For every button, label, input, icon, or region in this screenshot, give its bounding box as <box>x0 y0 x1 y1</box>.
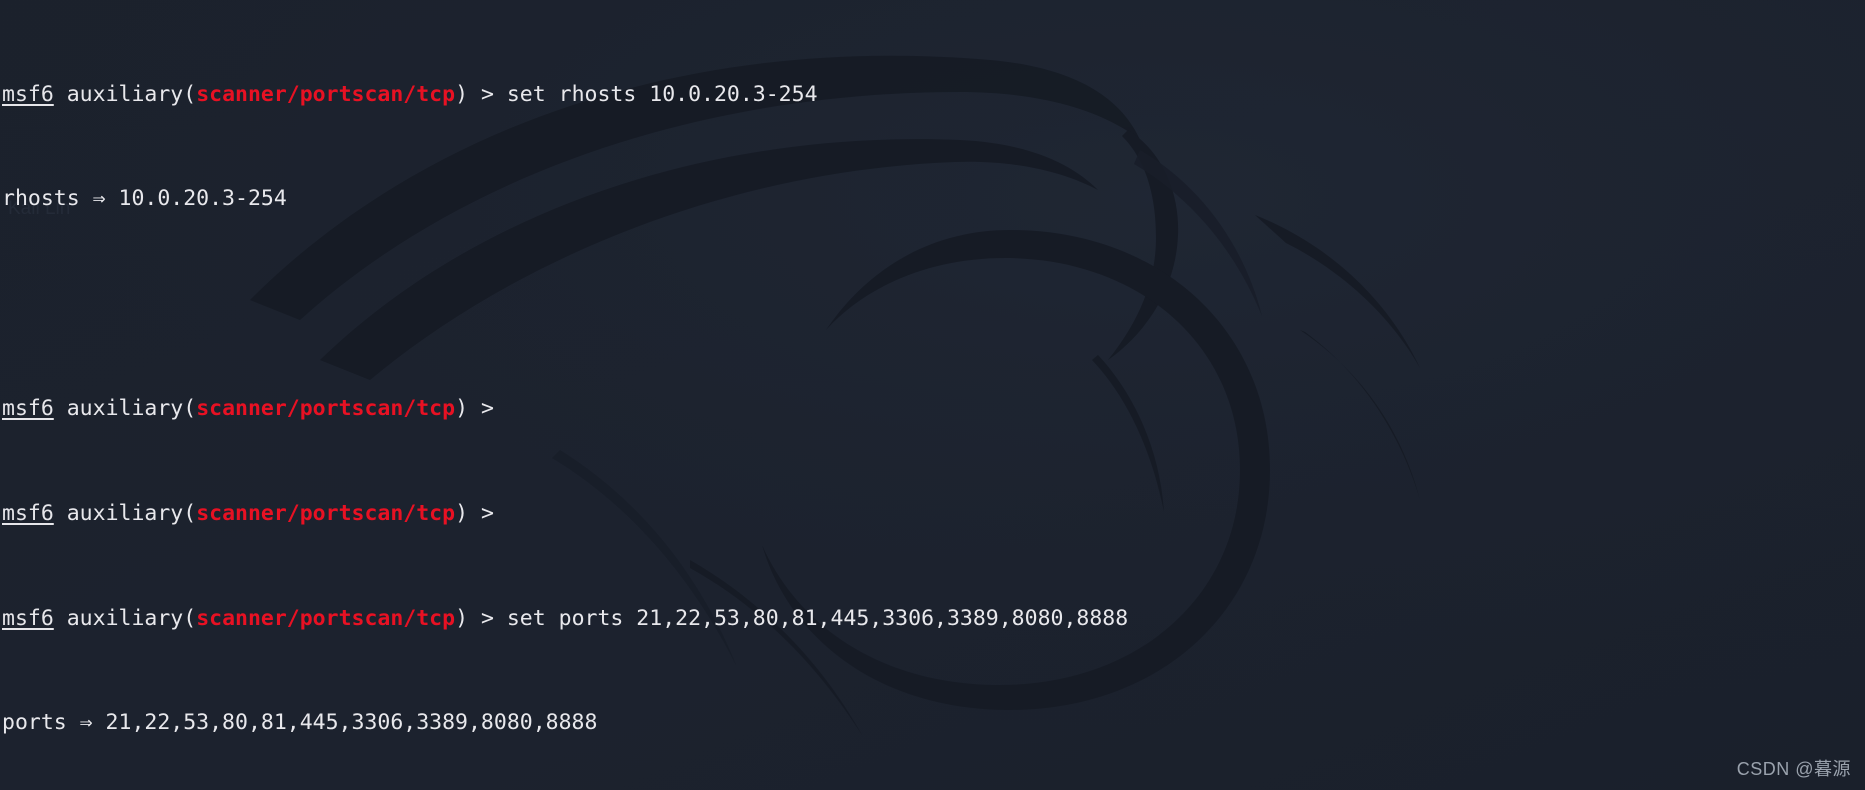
terminal-line: ports ⇒ 21,22,53,80,81,445,3306,3389,808… <box>2 710 1865 736</box>
msf-prompt-user: msf6 <box>2 396 54 421</box>
terminal-line: rhosts ⇒ 10.0.20.3-254 <box>2 186 1865 212</box>
prompt-module-path: scanner/portscan/tcp <box>196 81 456 107</box>
prompt-open-paren: ( <box>183 396 197 421</box>
terminal-line: msf6 auxiliary(scanner/portscan/tcp) > s… <box>2 82 1865 108</box>
command-echo-output: rhosts ⇒ 10.0.20.3-254 <box>2 186 287 212</box>
command-echo-output: ports ⇒ 21,22,53,80,81,445,3306,3389,808… <box>2 710 598 736</box>
prompt-command-word: auxiliary <box>66 81 184 107</box>
msf-prompt-user: msf6 <box>2 500 54 526</box>
prompt-open-paren: ( <box>183 605 197 631</box>
prompt-command-word: auxiliary <box>66 605 184 631</box>
typed-command: set rhosts 10.0.20.3-254 <box>506 81 818 107</box>
terminal-line: msf6 auxiliary(scanner/portscan/tcp) > s… <box>2 606 1865 632</box>
prompt-open-paren: ( <box>183 500 197 526</box>
terminal-output-area[interactable]: msf6 auxiliary(scanner/portscan/tcp) > s… <box>0 0 1865 790</box>
prompt-close-paren: ) > <box>455 396 507 421</box>
prompt-module-path: scanner/portscan/tcp <box>196 500 456 526</box>
prompt-close-paren: ) > <box>455 81 507 107</box>
prompt-module-path: scanner/portscan/tcp <box>196 396 456 421</box>
csdn-watermark: CSDN @暮源 <box>1736 758 1851 779</box>
terminal-window[interactable]: Kali Lin msf6 auxiliary(scanner/portscan… <box>0 0 1865 790</box>
prompt-open-paren: ( <box>183 81 197 107</box>
prompt-command-word: auxiliary <box>66 396 184 421</box>
prompt-close-paren: ) > <box>455 500 507 526</box>
terminal-line: msf6 auxiliary(scanner/portscan/tcp) > <box>2 501 1865 527</box>
typed-command: set ports 21,22,53,80,81,445,3306,3389,8… <box>506 605 1129 631</box>
prompt-close-paren: ) > <box>455 605 507 631</box>
terminal-line: msf6 auxiliary(scanner/portscan/tcp) > <box>2 396 1865 422</box>
prompt-module-path: scanner/portscan/tcp <box>196 605 456 631</box>
msf-prompt-user: msf6 <box>2 605 54 631</box>
prompt-command-word: auxiliary <box>66 500 184 526</box>
msf-prompt-user: msf6 <box>2 81 54 107</box>
